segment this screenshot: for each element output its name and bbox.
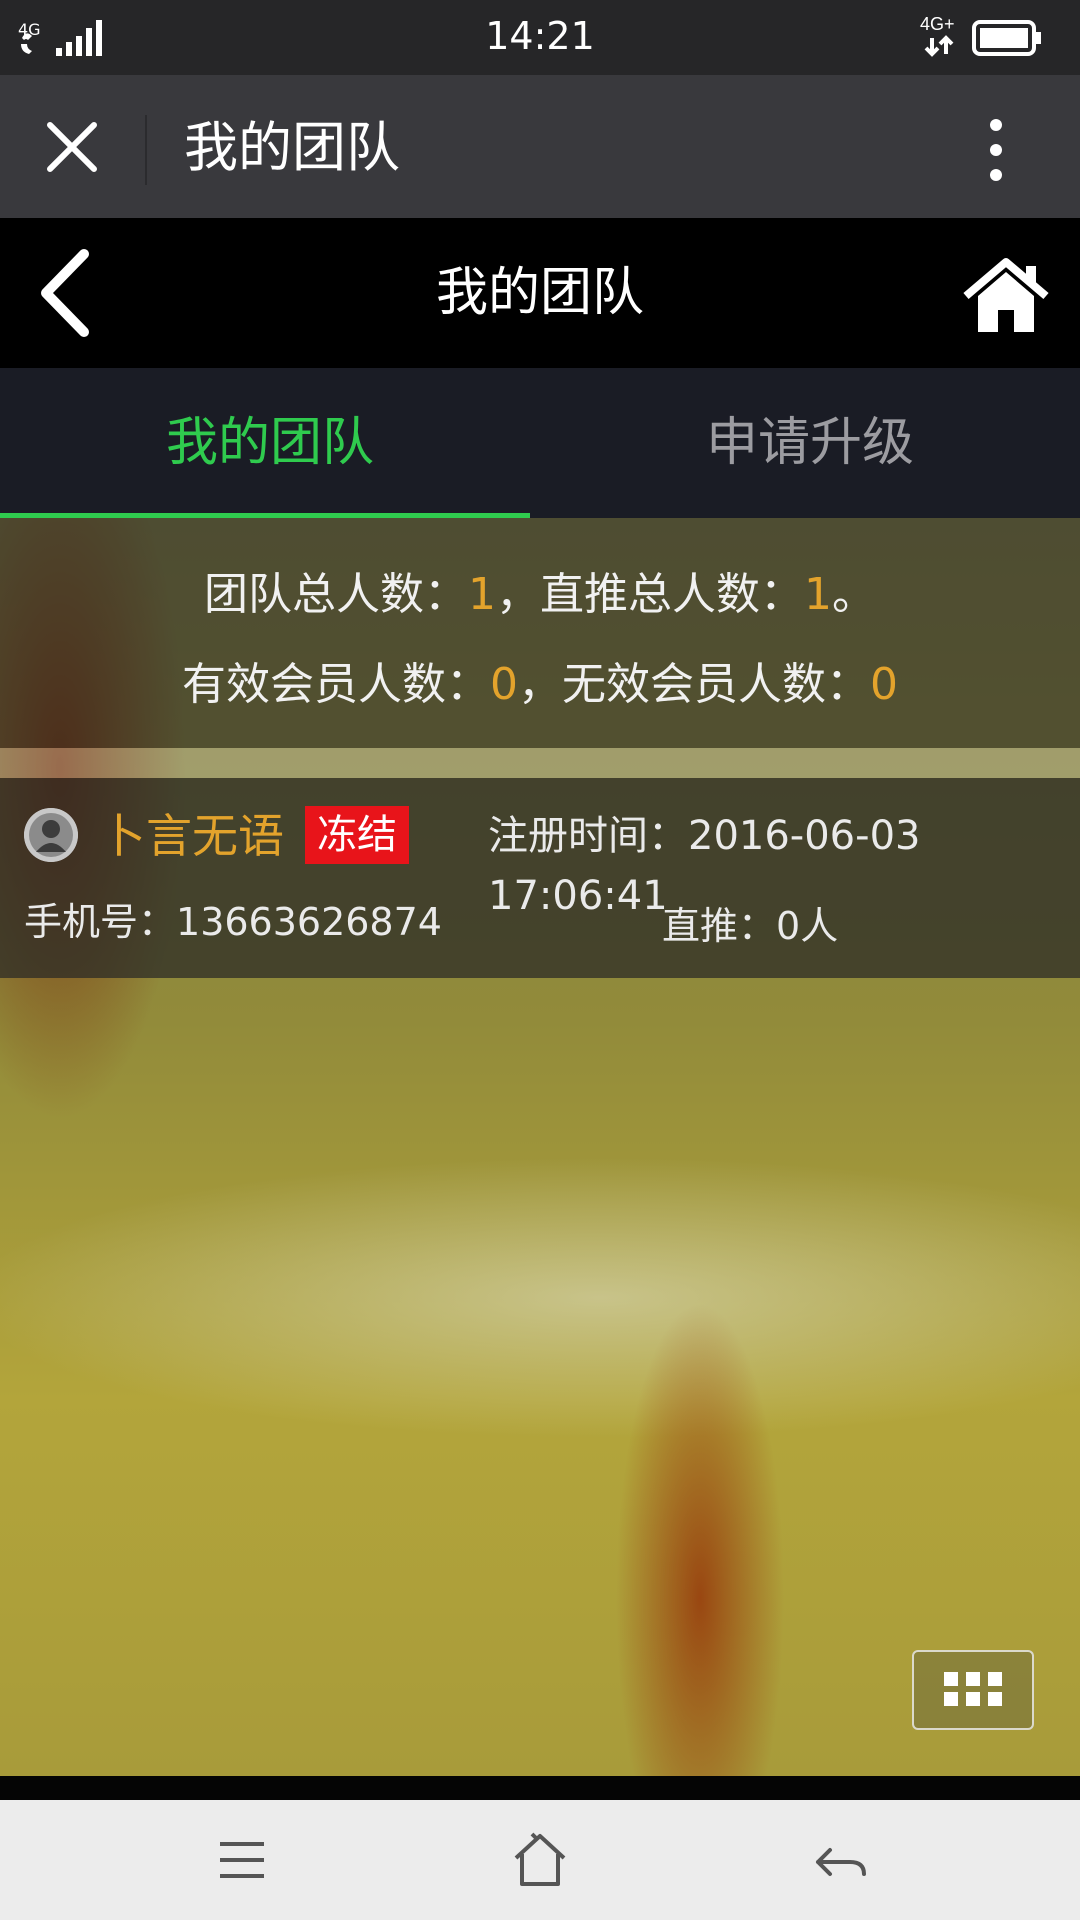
direct-value: 0人 — [776, 904, 839, 948]
divider — [145, 115, 147, 185]
page-header: 我的团队 — [0, 218, 1080, 368]
summary-line-totals: 团队总人数：1，直推总人数：1。 — [0, 558, 1080, 622]
tab-my-team[interactable]: 我的团队 — [0, 368, 540, 518]
system-nav-bar — [0, 1800, 1080, 1920]
invalid-members-label: ，无效会员人数： — [518, 659, 870, 710]
home-nav-icon[interactable] — [510, 1830, 570, 1890]
grid-menu-button[interactable] — [912, 1650, 1034, 1730]
user-avatar-icon — [24, 808, 78, 862]
grid-icon — [944, 1672, 1002, 1706]
registration-time-label: 注册时间： — [488, 813, 688, 859]
status-bar: 4G 14:21 4G+ — [0, 0, 1080, 75]
status-badge: 冻结 — [305, 806, 409, 864]
page-title: 我的团队 — [435, 263, 644, 323]
section-divider — [0, 748, 1080, 778]
member-name: 卜言无语 — [100, 809, 284, 863]
valid-members-value: 0 — [490, 659, 518, 710]
status-right: 4G+ — [918, 12, 1058, 66]
tab-bar: 我的团队 申请升级 — [0, 368, 1080, 518]
member-list-item[interactable]: 卜言无语 冻结 注册时间：2016-06-03 17:06:41 手机号：136… — [0, 778, 1080, 978]
phone-label: 手机号： — [24, 900, 177, 944]
home-icon[interactable] — [962, 256, 1050, 336]
battery-icon: 4G+ — [920, 14, 1041, 57]
bottom-edge-bar — [0, 1776, 1080, 1800]
menu-icon[interactable] — [212, 1830, 272, 1890]
network-type-right: 4G+ — [920, 14, 955, 34]
more-vertical-icon[interactable] — [986, 115, 1006, 185]
invalid-members-value: 0 — [870, 659, 898, 710]
team-total-label: 团队总人数： — [204, 569, 468, 620]
summary-line-members: 有效会员人数：0，无效会员人数：0 — [0, 648, 1080, 712]
direct-label: 直推： — [662, 904, 777, 948]
direct-total-label: ，直推总人数： — [496, 569, 804, 620]
phone-value: 13663626874 — [176, 900, 442, 944]
wechat-page-title: 我的团队 — [184, 116, 400, 179]
tab-apply-upgrade[interactable]: 申请升级 — [540, 368, 1080, 518]
valid-members-label: 有效会员人数： — [182, 659, 490, 710]
wechat-title-bar: 我的团队 — [0, 75, 1080, 218]
team-summary: 团队总人数：1，直推总人数：1。 有效会员人数：0，无效会员人数：0 — [0, 518, 1080, 748]
member-phone: 手机号：13663626874 — [24, 892, 442, 952]
close-icon[interactable] — [40, 115, 104, 179]
avatar — [24, 808, 78, 862]
direct-total-value: 1 — [804, 569, 832, 620]
member-direct-count: 直推：0人 — [662, 896, 838, 956]
team-total-value: 1 — [468, 569, 496, 620]
direct-total-suffix: 。 — [832, 569, 876, 620]
back-nav-icon[interactable] — [810, 1830, 870, 1890]
